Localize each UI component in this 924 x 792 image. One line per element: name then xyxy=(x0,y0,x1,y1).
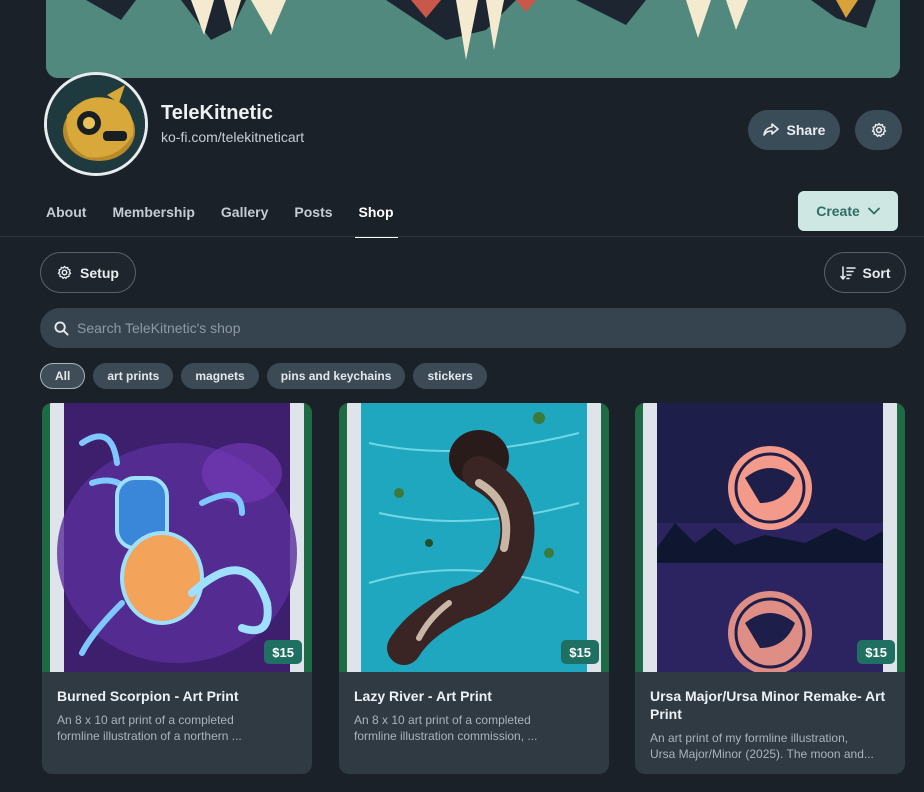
product-image[interactable]: $15 xyxy=(42,403,312,672)
product-title[interactable]: Lazy River - Art Print xyxy=(354,687,594,705)
filter-art-prints[interactable]: art prints xyxy=(93,363,174,389)
profile-avatar[interactable] xyxy=(44,72,148,176)
tab-shop[interactable]: Shop xyxy=(354,196,398,238)
profile-url[interactable]: ko-fi.com/telekitneticart xyxy=(161,129,304,145)
gear-icon xyxy=(871,122,887,138)
search-icon xyxy=(54,320,69,336)
setup-button[interactable]: Setup xyxy=(40,252,136,293)
share-icon xyxy=(762,123,779,137)
filter-magnets[interactable]: magnets xyxy=(181,363,259,389)
share-label: Share xyxy=(786,122,826,138)
product-title[interactable]: Burned Scorpion - Art Print xyxy=(57,687,297,705)
gear-icon xyxy=(57,265,72,280)
search-input[interactable] xyxy=(77,320,857,336)
product-image[interactable]: $15 xyxy=(635,403,905,672)
product-description: An 8 x 10 art print of a completed forml… xyxy=(57,713,242,743)
profile-name: TeleKitnetic xyxy=(161,102,273,124)
create-button[interactable]: Create xyxy=(798,191,898,231)
tab-posts[interactable]: Posts xyxy=(294,196,332,236)
filter-pins-and-keychains[interactable]: pins and keychains xyxy=(266,363,406,389)
profile-tabs: About Membership Gallery Posts Shop xyxy=(46,196,420,238)
tabs-divider xyxy=(0,236,924,237)
create-label: Create xyxy=(816,203,860,219)
filter-all[interactable]: All xyxy=(40,363,86,389)
filter-stickers[interactable]: stickers xyxy=(413,363,487,389)
product-card[interactable]: $15 Lazy River - Art Print An 8 x 10 art… xyxy=(339,403,609,774)
shop-search-bar xyxy=(40,308,906,348)
tab-gallery[interactable]: Gallery xyxy=(221,196,268,236)
product-description: An art print of my formline illustration… xyxy=(650,731,874,761)
profile-banner xyxy=(46,0,900,78)
product-card[interactable]: $15 Ursa Major/Ursa Minor Remake- Art Pr… xyxy=(635,403,905,774)
price-badge: $15 xyxy=(561,640,599,664)
price-badge: $15 xyxy=(264,640,302,664)
product-card[interactable]: $15 Burned Scorpion - Art Print An 8 x 1… xyxy=(42,403,312,774)
price-badge: $15 xyxy=(857,640,895,664)
settings-button[interactable] xyxy=(855,110,902,150)
product-title[interactable]: Ursa Major/Ursa Minor Remake- Art Print xyxy=(650,687,890,723)
chevron-down-icon xyxy=(867,207,880,215)
tab-membership[interactable]: Membership xyxy=(112,196,194,236)
sort-label: Sort xyxy=(862,264,891,281)
product-image[interactable]: $15 xyxy=(339,403,609,672)
share-button[interactable]: Share xyxy=(748,110,840,150)
product-description: An 8 x 10 art print of a completed forml… xyxy=(354,713,538,743)
sort-button[interactable]: Sort xyxy=(824,252,906,293)
tab-about[interactable]: About xyxy=(46,196,86,236)
setup-label: Setup xyxy=(80,264,119,281)
category-filters: All art prints magnets pins and keychain… xyxy=(40,363,487,389)
sort-icon xyxy=(839,265,856,280)
